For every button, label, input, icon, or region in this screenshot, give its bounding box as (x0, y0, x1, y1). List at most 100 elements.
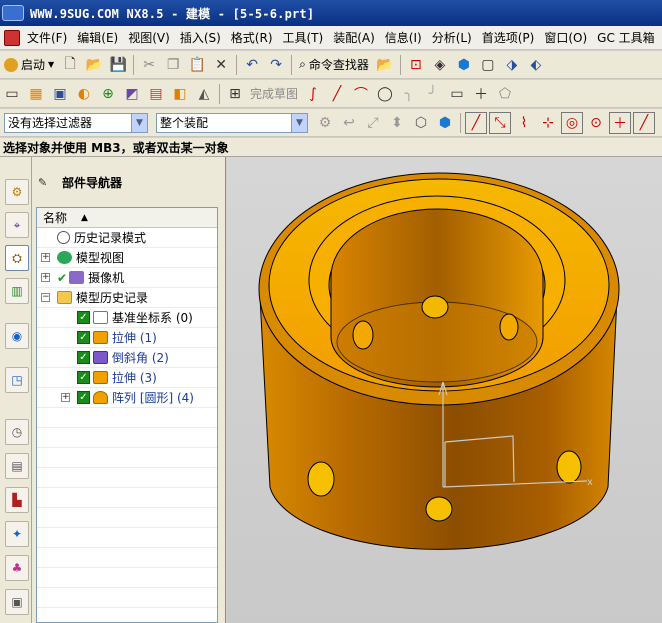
visibility-checkbox[interactable]: ✓ (77, 371, 90, 384)
redo-icon[interactable]: ↷ (265, 54, 287, 76)
menu-file[interactable]: 文件(F) (22, 29, 72, 46)
sync-icon[interactable]: ◧ (169, 83, 191, 105)
center-icon[interactable]: ◎ (561, 111, 583, 134)
polygon-icon[interactable]: ⬠ (494, 83, 516, 105)
start-button[interactable]: 启动 ▼ (0, 56, 58, 73)
expand-icon[interactable]: + (41, 253, 50, 262)
curve-rule-icon[interactable]: ╱ (465, 111, 487, 134)
tree-node-history-mode[interactable]: 历史记录模式 (37, 228, 217, 248)
sketch-icon[interactable]: ▭ (1, 83, 23, 105)
open-folder-icon[interactable]: 📂 (83, 54, 105, 76)
menu-information[interactable]: 信息(I) (380, 29, 427, 46)
history-icon[interactable]: ◳ (5, 367, 29, 393)
menu-view[interactable]: 视图(V) (123, 29, 175, 46)
pin-icon[interactable]: ✎ (38, 176, 52, 189)
system-materials-icon[interactable]: ◷ (5, 419, 29, 445)
visibility-checkbox[interactable]: ✓ (77, 351, 90, 364)
quadrant-icon[interactable]: ⊙ (585, 112, 607, 134)
fit-view-icon[interactable]: ⊡ (405, 54, 427, 76)
assembly-navigator-icon[interactable]: ⚙ (5, 179, 29, 205)
point-icon[interactable]: ＋ (470, 83, 492, 105)
collapse-icon[interactable]: − (41, 293, 50, 302)
circle-icon[interactable]: ◯ (374, 83, 396, 105)
tangent-icon[interactable]: ⌇ (513, 112, 535, 134)
palette-icon[interactable]: ▣ (5, 589, 29, 615)
background-icon[interactable]: ▢ (477, 54, 499, 76)
undo-icon[interactable]: ↶ (241, 54, 263, 76)
filter-settings-icon[interactable]: ⚙ (314, 112, 336, 134)
menu-window[interactable]: 窗口(O) (539, 29, 592, 46)
arc-icon[interactable]: ⌒ (350, 83, 372, 105)
tree-node-extrude-1[interactable]: ✓ 拉伸 (1) (37, 328, 217, 348)
tree-node-cameras[interactable]: + ✔ 摄像机 (37, 268, 217, 288)
tree-node-model-views[interactable]: + 模型视图 (37, 248, 217, 268)
orient-view-icon[interactable]: ⬢ (453, 54, 475, 76)
select-feature-icon[interactable]: ⬢ (434, 112, 456, 134)
part-model[interactable]: x (227, 157, 662, 623)
menu-tools[interactable]: 工具(T) (278, 29, 329, 46)
tree-node-chamfer-2[interactable]: ✓ 倒斜角 (2) (37, 348, 217, 368)
menu-gc-toolkit[interactable]: GC 工具箱 (592, 29, 660, 46)
visibility-checkbox[interactable]: ✓ (77, 331, 90, 344)
delete-icon[interactable]: ✕ (210, 54, 232, 76)
chamfer-icon[interactable]: ╯ (422, 83, 444, 105)
line-snap-icon[interactable]: ╱ (633, 111, 655, 134)
menu-assemblies[interactable]: 装配(A) (328, 29, 380, 46)
menu-preferences[interactable]: 首选项(P) (477, 29, 540, 46)
save-icon[interactable]: 💾 (107, 54, 129, 76)
folder-dropdown-icon[interactable]: 📂 (374, 54, 396, 76)
menu-analysis[interactable]: 分析(L) (427, 29, 477, 46)
block-icon[interactable]: ▣ (49, 83, 71, 105)
graphics-window[interactable]: x (227, 157, 662, 623)
copy-icon[interactable]: ❐ (162, 54, 184, 76)
constraint-navigator-icon[interactable]: ⌖ (5, 212, 29, 238)
feature-icon[interactable]: ▤ (145, 83, 167, 105)
surface-icon[interactable]: ◭ (193, 83, 215, 105)
tree-node-extrude-3[interactable]: ✓ 拉伸 (3) (37, 368, 217, 388)
extrude-icon[interactable]: ▦ (25, 83, 47, 105)
existing-point-icon[interactable]: ＋ (609, 111, 631, 134)
reuse-library-icon[interactable]: ▥ (5, 278, 29, 304)
fillet-icon[interactable]: ╮ (398, 83, 420, 105)
profile-icon[interactable]: ∫ (302, 83, 324, 105)
command-finder-button[interactable]: ⌕ 命令查找器 (295, 56, 373, 73)
system-scenes-icon[interactable]: ♣ (5, 555, 29, 581)
new-file-icon[interactable]: 🗋 (59, 54, 81, 76)
expand-icon[interactable]: + (61, 393, 70, 402)
line-icon[interactable]: ╱ (326, 83, 348, 105)
layer-icon[interactable]: ⬗ (501, 54, 523, 76)
process-studio-icon[interactable]: ▤ (5, 453, 29, 479)
select-body-icon[interactable]: ⬡ (410, 112, 432, 134)
end-point-icon[interactable]: ⤡ (489, 111, 511, 134)
part-navigator-icon[interactable]: ⛭ (5, 245, 29, 271)
hole-icon[interactable]: ◐ (73, 83, 95, 105)
menu-format[interactable]: 格式(R) (226, 29, 278, 46)
column-header-name[interactable]: 名称 ▲ (37, 208, 217, 228)
snap-icon[interactable]: ⤢ (362, 112, 384, 134)
visibility-checkbox[interactable]: ✓ (77, 311, 90, 324)
tree-node-circular-pattern-4[interactable]: + ✓ 阵列 [圆形] (4) (37, 388, 217, 408)
select-face-icon[interactable]: ⬍ (386, 112, 408, 134)
more-view-icon[interactable]: ⬖ (525, 54, 547, 76)
cut-icon[interactable]: ✂ (138, 54, 160, 76)
menu-insert[interactable]: 插入(S) (175, 29, 226, 46)
expand-icon[interactable]: + (41, 273, 50, 282)
finish-sketch-button[interactable]: 完成草图 (250, 85, 298, 102)
web-browser-icon[interactable]: ◉ (5, 323, 29, 349)
manufacturing-wizards-icon[interactable]: ▙ (5, 487, 29, 513)
visibility-checkbox[interactable]: ✓ (77, 391, 90, 404)
roles-icon[interactable]: ✦ (5, 521, 29, 547)
intersection-icon[interactable]: ⊹ (537, 112, 559, 134)
blend-icon[interactable]: ◩ (121, 83, 143, 105)
type-filter-select[interactable]: 没有选择过滤器 ▼ (4, 112, 148, 133)
scope-filter-select[interactable]: 整个装配 ▼ (156, 112, 308, 133)
reset-filter-icon[interactable]: ↩ (338, 112, 360, 134)
app-menu-icon[interactable] (4, 29, 20, 46)
tree-node-datum-csys[interactable]: ✓ 基准坐标系 (0) (37, 308, 217, 328)
rectangle-icon[interactable]: ▭ (446, 83, 468, 105)
datum-icon[interactable]: ⊕ (97, 83, 119, 105)
render-style-icon[interactable]: ◈ (429, 54, 451, 76)
menu-edit[interactable]: 编辑(E) (72, 29, 123, 46)
paste-icon[interactable]: 📋 (186, 54, 208, 76)
tree-node-model-history[interactable]: − 模型历史记录 (37, 288, 217, 308)
